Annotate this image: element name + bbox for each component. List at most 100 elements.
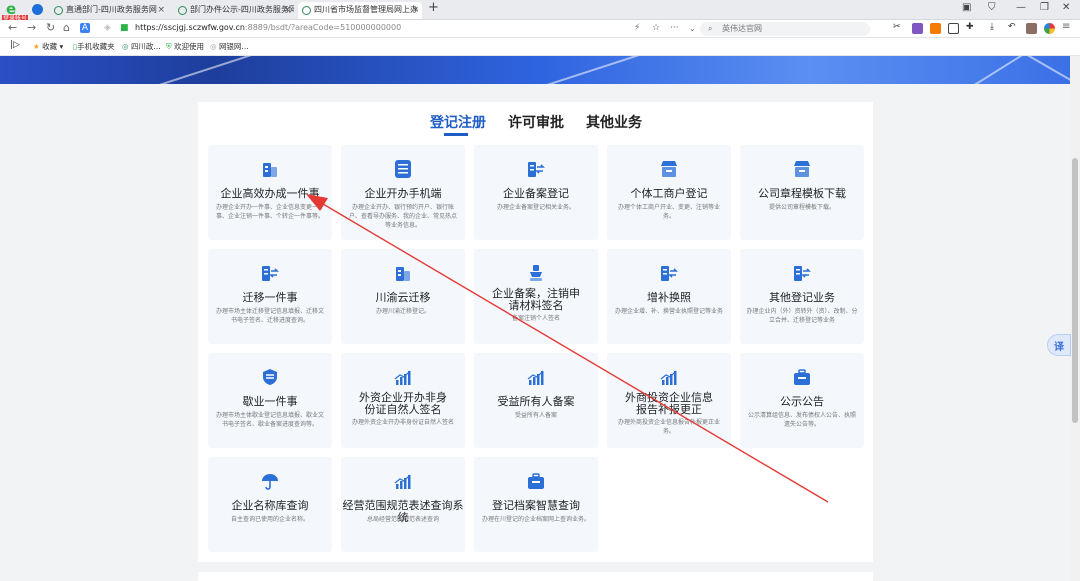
service-card-title: 外资企业开办非身份证自然人签名 xyxy=(359,391,447,416)
service-card-description: 办理个体工商户开业、变更、注销等业务。 xyxy=(617,204,720,220)
category-tabs: 登记注册 许可审批 其他业务 xyxy=(198,102,873,142)
service-card[interactable]: 受益所有人备案 受益所有人备案 xyxy=(474,353,598,448)
service-card-title: 企业备案登记 xyxy=(503,187,569,200)
url-field[interactable]: https://sscjgj.sczwfw.gov.cn:8889/bsdt/?… xyxy=(135,23,401,32)
pinned-tab-icon[interactable] xyxy=(32,4,43,15)
chevron-down-icon[interactable]: ⌄ xyxy=(689,24,696,33)
service-card-title: 迁移一件事 xyxy=(242,291,298,304)
service-card[interactable]: 公示公告公示清算组信息、发布债权人公告、执照遗失公告等。 xyxy=(740,353,864,448)
undo-icon[interactable]: ↶ xyxy=(1008,22,1019,33)
transfer-icon xyxy=(792,263,812,283)
shield-icon: ◈ xyxy=(104,23,111,33)
tab-favicon-icon xyxy=(178,6,187,15)
browser-logo-icon[interactable]: e 登录帐号 xyxy=(2,0,29,23)
bookmark-item[interactable]: ▯手机收藏夹 xyxy=(73,41,115,52)
service-card[interactable]: 企业名称库查询自主查询已使用的企业名称。 xyxy=(208,457,332,552)
more-icon[interactable]: ··· xyxy=(670,23,679,33)
minimize-button[interactable]: — xyxy=(1016,2,1026,13)
chart-icon xyxy=(393,367,413,387)
service-card[interactable]: 公司章程模板下载 提供公司章程模板下载。 xyxy=(740,145,864,240)
tab-favicon-icon xyxy=(302,6,311,15)
maximize-button[interactable]: ❐ xyxy=(1040,2,1049,13)
scrollbar[interactable] xyxy=(1070,56,1080,581)
home-icon[interactable]: ⌂ xyxy=(63,21,70,34)
bookmark-item[interactable]: ◎ 网银网... xyxy=(210,41,249,52)
service-card[interactable]: 个体工商户登记 办理个体工商户开业、变更、注销等业务。 xyxy=(607,145,731,240)
service-card[interactable]: 迁移一件事 办理市场主体迁移登记信息填报、迁移文书电子签名、迁移进度查询。 xyxy=(208,249,332,344)
service-card[interactable]: 企业备案登记 办理企业备案登记相关业务。 xyxy=(474,145,598,240)
color-icon[interactable] xyxy=(1044,23,1055,34)
service-card[interactable]: 企业开办手机端办理企业开办、银行预约开户、银行账户、查看导办服务、我的企业、常见… xyxy=(341,145,465,240)
menu-icon[interactable]: ≡ xyxy=(1062,21,1070,32)
shirt-icon[interactable]: ⛉ xyxy=(988,2,996,13)
screenshot-icon[interactable] xyxy=(948,23,959,34)
close-window-button[interactable]: ✕ xyxy=(1062,2,1070,13)
service-panel: 登记注册 许可审批 其他业务 企业高效办成一件事 办理企业开办一件事、企业信息变更… xyxy=(198,102,873,562)
service-card[interactable]: 其他登记业务办理企业内（外）资转外（资）、改制、分立合并、迁移登记等业务 xyxy=(740,249,864,344)
extension-icon[interactable] xyxy=(912,23,923,34)
app-icon[interactable]: A xyxy=(80,23,90,33)
star-icon[interactable]: ☆ xyxy=(652,23,660,33)
service-card-description: 办理企业增、补、换营业执照登记等业务 xyxy=(614,308,723,315)
tab-list-icon[interactable]: ▣ xyxy=(962,2,971,13)
service-card-description: 公示清算组信息、发布债权人公告、执照遗失公告等。 xyxy=(747,412,856,428)
page-banner xyxy=(0,56,1080,84)
new-tab-button[interactable]: + xyxy=(428,0,439,15)
service-card-title: 企业备案，注销申请材料签名 xyxy=(492,287,580,312)
briefcase-icon xyxy=(792,367,812,387)
close-tab-icon[interactable]: × xyxy=(157,2,165,18)
tab-license-approval[interactable]: 许可审批 xyxy=(508,112,564,132)
search-icon: ⌕ xyxy=(708,24,713,33)
service-card[interactable]: 登记档案智慧查询 办理在川登记的企业档案网上查询业务。 xyxy=(474,457,598,552)
service-card[interactable]: 经营范围规范表述查询系统 总局经营范围规范表述查询 xyxy=(341,457,465,552)
forward-icon[interactable]: → xyxy=(27,21,36,34)
service-card-title: 公示公告 xyxy=(780,395,824,408)
sidebar-toggle-icon[interactable]: |▷ xyxy=(10,40,20,50)
active-tab-underline xyxy=(444,133,468,136)
translate-button[interactable]: 译 xyxy=(1047,334,1071,356)
bookmark-item[interactable]: ⛨ 欢迎使用 xyxy=(166,41,204,52)
wallet-icon[interactable] xyxy=(1026,23,1037,34)
search-input[interactable]: ⌕ 英伟达官网 xyxy=(700,22,870,36)
service-card[interactable]: 增补换照 办理企业增、补、换营业执照登记等业务 xyxy=(607,249,731,344)
service-card-description: 办理外资企业开办非身份证自然人签名 xyxy=(351,419,454,426)
service-card-description: 提供公司章程模板下载。 xyxy=(768,204,835,211)
browser-tab[interactable]: 直通部门-四川政务服务网 × xyxy=(50,2,168,19)
download-icon[interactable]: ⤓ xyxy=(990,22,1001,33)
tab-registration[interactable]: 登记注册 xyxy=(430,112,486,132)
close-tab-icon[interactable]: × xyxy=(411,2,419,18)
service-card-description: 自主查询已使用的企业名称。 xyxy=(230,516,309,523)
service-card-description: 办理企业开办一件事、企业信息变更一件事、企业注销一件事、个转企一件事等。 xyxy=(215,204,324,220)
service-card[interactable]: 外资企业开办非身份证自然人签名办理外资企业开办非身份证自然人签名 xyxy=(341,353,465,448)
lock-icon: ■ xyxy=(120,23,129,33)
service-card-title: 其他登记业务 xyxy=(769,291,835,304)
service-card[interactable]: 外商投资企业信息报告补报更正 办理外商投资企业信息报告补报更正业务。 xyxy=(607,353,731,448)
bolt-icon[interactable]: ⚡ xyxy=(634,23,640,33)
globe-icon: ◎ xyxy=(210,42,217,51)
transfer-icon xyxy=(659,263,679,283)
service-card-title: 企业开办手机端 xyxy=(364,187,442,200)
browser-tab[interactable]: 部门办件公示-四川政务服务网 × xyxy=(174,2,294,19)
service-card[interactable]: 企业备案，注销申请材料签名 备案注销个人签名 xyxy=(474,249,598,344)
tab-other-business[interactable]: 其他业务 xyxy=(586,112,642,132)
reload-icon[interactable]: ↻ xyxy=(46,21,55,34)
address-bar: ← → ↻ ⌂ A ◈ ■ https://sscjgj.sczwfw.gov.… xyxy=(0,20,1080,38)
browser-tab-active[interactable]: 四川省市场监督管理局网上办 × xyxy=(298,2,422,19)
service-card[interactable]: 川渝云迁移 办理川渝迁移登记。 xyxy=(341,249,465,344)
back-icon[interactable]: ← xyxy=(8,21,17,34)
service-card-description: 办理川渝迁移登记。 xyxy=(375,308,430,315)
extension-icon[interactable] xyxy=(930,23,941,34)
service-card-description: 办理市场主体歇业登记信息填报、歇业文书电子签名、歇业备案进度查询等。 xyxy=(215,412,324,428)
service-card-description: 办理企业内（外）资转外（资）、改制、分立合并、迁移登记等业务 xyxy=(746,308,858,324)
service-card[interactable]: 歇业一件事 办理市场主体歇业登记信息填报、歇业文书电子签名、歇业备案进度查询等。 xyxy=(208,353,332,448)
bookmark-item[interactable]: ◎ 四川政... xyxy=(122,41,161,52)
transfer-icon xyxy=(526,159,546,179)
bookmark-item[interactable]: ★ 收藏 ▾ xyxy=(33,41,63,52)
puzzle-icon[interactable]: ✚ xyxy=(966,22,977,33)
service-card-title: 企业名称库查询 xyxy=(231,499,309,512)
scissors-icon[interactable]: ✂ xyxy=(893,22,904,33)
service-card[interactable]: 企业高效办成一件事 办理企业开办一件事、企业信息变更一件事、企业注销一件事、个转企… xyxy=(208,145,332,240)
close-tab-icon[interactable]: × xyxy=(283,2,291,18)
scrollbar-thumb[interactable] xyxy=(1072,158,1078,423)
service-card-description: 办理企业开办、银行预约开户、银行账户、查看导办服务、我的企业、常见热点等业务信息… xyxy=(348,204,457,229)
